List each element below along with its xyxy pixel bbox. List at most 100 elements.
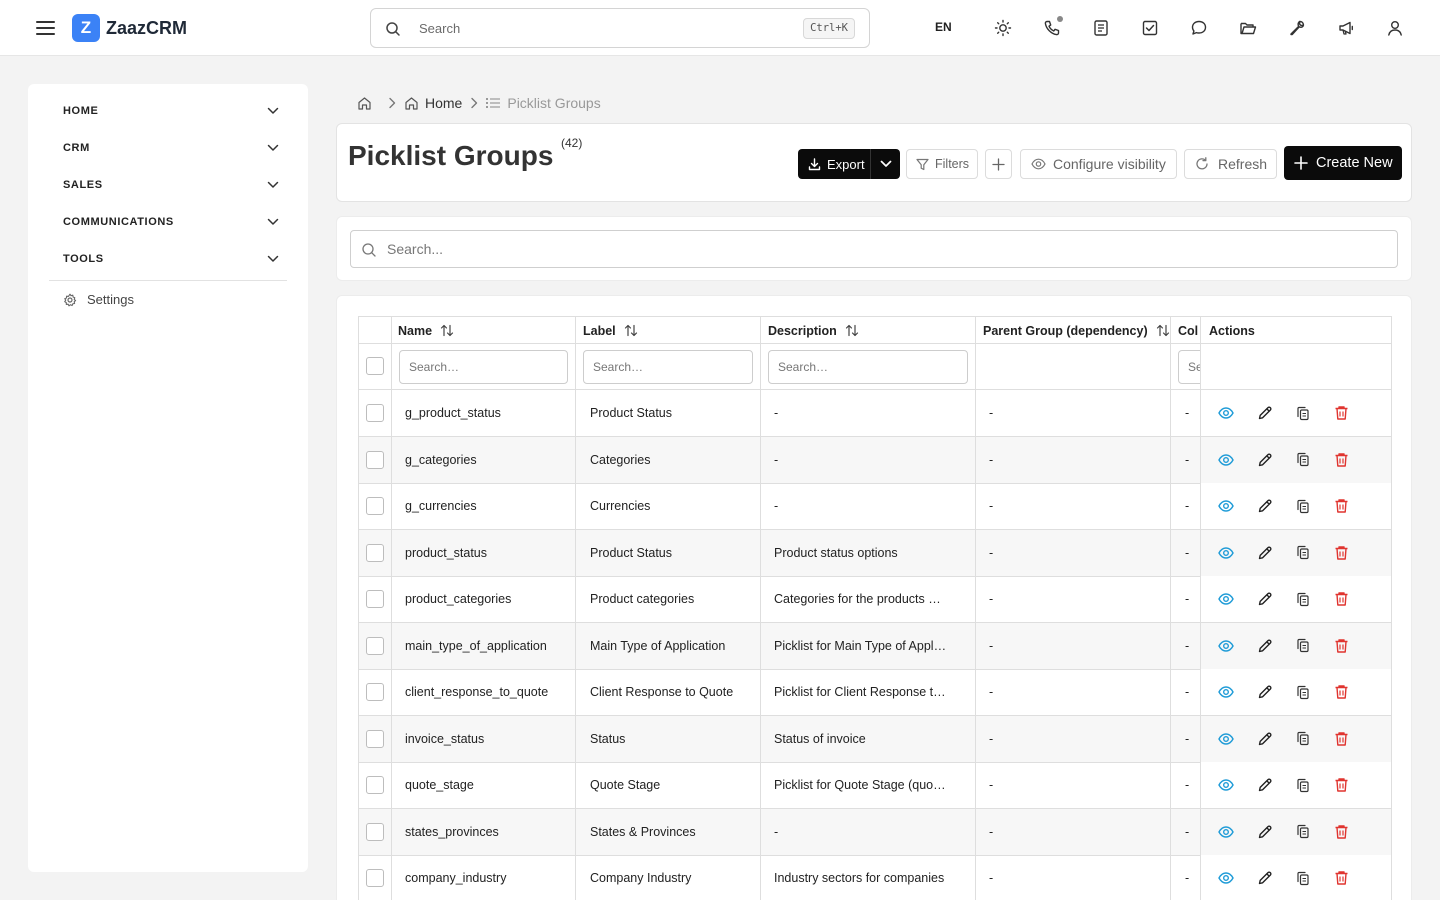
folder-icon[interactable] bbox=[1236, 16, 1260, 40]
delete-icon[interactable] bbox=[1332, 590, 1350, 608]
export-button[interactable]: Export bbox=[798, 149, 900, 179]
add-filter-button[interactable] bbox=[985, 149, 1012, 179]
view-icon[interactable] bbox=[1217, 404, 1235, 422]
row-checkbox[interactable] bbox=[366, 590, 384, 608]
label-filter-input[interactable] bbox=[583, 350, 753, 384]
edit-icon[interactable] bbox=[1256, 497, 1274, 515]
sort-icon[interactable] bbox=[845, 324, 859, 337]
delete-icon[interactable] bbox=[1332, 544, 1350, 562]
sidebar-item-home[interactable]: HOME bbox=[49, 96, 287, 126]
column-header-label-col[interactable]: Label bbox=[583, 317, 763, 344]
table-row[interactable]: quote_stage Quote Stage Picklist for Quo… bbox=[359, 762, 1391, 809]
copy-icon[interactable] bbox=[1294, 497, 1312, 515]
edit-icon[interactable] bbox=[1256, 404, 1274, 422]
view-icon[interactable] bbox=[1217, 823, 1235, 841]
delete-icon[interactable] bbox=[1332, 823, 1350, 841]
delete-icon[interactable] bbox=[1332, 683, 1350, 701]
table-row[interactable]: product_status Product Status Product st… bbox=[359, 529, 1391, 577]
view-icon[interactable] bbox=[1217, 776, 1235, 794]
description-filter-input[interactable] bbox=[768, 350, 968, 384]
table-row[interactable]: invoice_status Status Status of invoice … bbox=[359, 715, 1391, 763]
edit-icon[interactable] bbox=[1256, 730, 1274, 748]
edit-icon[interactable] bbox=[1256, 637, 1274, 655]
sidebar-item-sales[interactable]: SALES bbox=[49, 170, 287, 200]
create-new-button[interactable]: Create New bbox=[1284, 146, 1402, 180]
row-checkbox[interactable] bbox=[366, 869, 384, 887]
delete-icon[interactable] bbox=[1332, 637, 1350, 655]
copy-icon[interactable] bbox=[1294, 637, 1312, 655]
copy-icon[interactable] bbox=[1294, 683, 1312, 701]
global-search[interactable]: Search Ctrl+K bbox=[370, 8, 870, 48]
copy-icon[interactable] bbox=[1294, 869, 1312, 887]
refresh-button[interactable]: Refresh bbox=[1184, 149, 1277, 179]
row-checkbox[interactable] bbox=[366, 497, 384, 515]
copy-icon[interactable] bbox=[1294, 823, 1312, 841]
megaphone-icon[interactable] bbox=[1334, 16, 1358, 40]
app-logo[interactable]: Z ZaazCRM bbox=[72, 14, 187, 42]
copy-icon[interactable] bbox=[1294, 544, 1312, 562]
breadcrumb-home[interactable]: Home bbox=[404, 95, 462, 111]
edit-icon[interactable] bbox=[1256, 451, 1274, 469]
view-icon[interactable] bbox=[1217, 451, 1235, 469]
sun-icon[interactable] bbox=[991, 16, 1015, 40]
phone-icon[interactable] bbox=[1040, 16, 1064, 40]
select-all-checkbox[interactable] bbox=[366, 357, 384, 375]
row-checkbox[interactable] bbox=[366, 450, 384, 469]
document-icon[interactable] bbox=[1089, 16, 1113, 40]
edit-icon[interactable] bbox=[1256, 590, 1274, 608]
view-icon[interactable] bbox=[1217, 637, 1235, 655]
row-checkbox[interactable] bbox=[366, 683, 384, 701]
menu-icon[interactable] bbox=[34, 16, 58, 40]
edit-icon[interactable] bbox=[1256, 683, 1274, 701]
view-icon[interactable] bbox=[1217, 497, 1235, 515]
view-icon[interactable] bbox=[1217, 683, 1235, 701]
copy-icon[interactable] bbox=[1294, 590, 1312, 608]
sidebar-item-crm[interactable]: CRM bbox=[49, 133, 287, 163]
edit-icon[interactable] bbox=[1256, 776, 1274, 794]
delete-icon[interactable] bbox=[1332, 497, 1350, 515]
wrench-icon[interactable] bbox=[1285, 16, 1309, 40]
table-row[interactable]: main_type_of_application Main Type of Ap… bbox=[359, 622, 1391, 670]
delete-icon[interactable] bbox=[1332, 776, 1350, 794]
row-checkbox[interactable] bbox=[366, 636, 384, 655]
table-row[interactable]: product_categories Product categories Ca… bbox=[359, 576, 1391, 623]
delete-icon[interactable] bbox=[1332, 404, 1350, 422]
language-switcher[interactable]: EN bbox=[935, 20, 952, 34]
row-checkbox[interactable] bbox=[366, 543, 384, 562]
delete-icon[interactable] bbox=[1332, 451, 1350, 469]
sort-icon[interactable] bbox=[1156, 324, 1170, 337]
copy-icon[interactable] bbox=[1294, 776, 1312, 794]
column-header-color[interactable]: Col bbox=[1178, 317, 1201, 344]
row-checkbox[interactable] bbox=[366, 404, 384, 422]
row-checkbox[interactable] bbox=[366, 776, 384, 794]
checkbox-icon[interactable] bbox=[1138, 16, 1162, 40]
chat-icon[interactable] bbox=[1187, 16, 1211, 40]
name-filter-input[interactable] bbox=[399, 350, 568, 384]
table-row[interactable]: g_product_status Product Status - - - bbox=[359, 390, 1391, 437]
view-icon[interactable] bbox=[1217, 590, 1235, 608]
table-row[interactable]: g_categories Categories - - - bbox=[359, 436, 1391, 484]
row-checkbox[interactable] bbox=[366, 822, 384, 841]
sort-icon[interactable] bbox=[624, 324, 638, 337]
edit-icon[interactable] bbox=[1256, 823, 1274, 841]
copy-icon[interactable] bbox=[1294, 730, 1312, 748]
edit-icon[interactable] bbox=[1256, 869, 1274, 887]
copy-icon[interactable] bbox=[1294, 404, 1312, 422]
delete-icon[interactable] bbox=[1332, 869, 1350, 887]
configure-visibility-button[interactable]: Configure visibility bbox=[1020, 149, 1177, 179]
table-row[interactable]: company_industry Company Industry Indust… bbox=[359, 855, 1391, 900]
search-input[interactable] bbox=[387, 231, 1387, 267]
home-icon[interactable] bbox=[357, 96, 372, 111]
view-icon[interactable] bbox=[1217, 730, 1235, 748]
column-header-parent[interactable]: Parent Group (dependency) bbox=[983, 317, 1173, 344]
view-icon[interactable] bbox=[1217, 869, 1235, 887]
sidebar-item-settings[interactable]: Settings bbox=[63, 292, 134, 307]
table-row[interactable]: states_provinces States & Provinces - - … bbox=[359, 808, 1391, 856]
column-header-description[interactable]: Description bbox=[768, 317, 978, 344]
view-icon[interactable] bbox=[1217, 544, 1235, 562]
export-main[interactable]: Export bbox=[798, 149, 870, 179]
sidebar-item-tools[interactable]: TOOLS bbox=[49, 244, 287, 274]
sidebar-item-communications[interactable]: COMMUNICATIONS bbox=[49, 207, 287, 237]
row-checkbox[interactable] bbox=[366, 729, 384, 748]
copy-icon[interactable] bbox=[1294, 451, 1312, 469]
